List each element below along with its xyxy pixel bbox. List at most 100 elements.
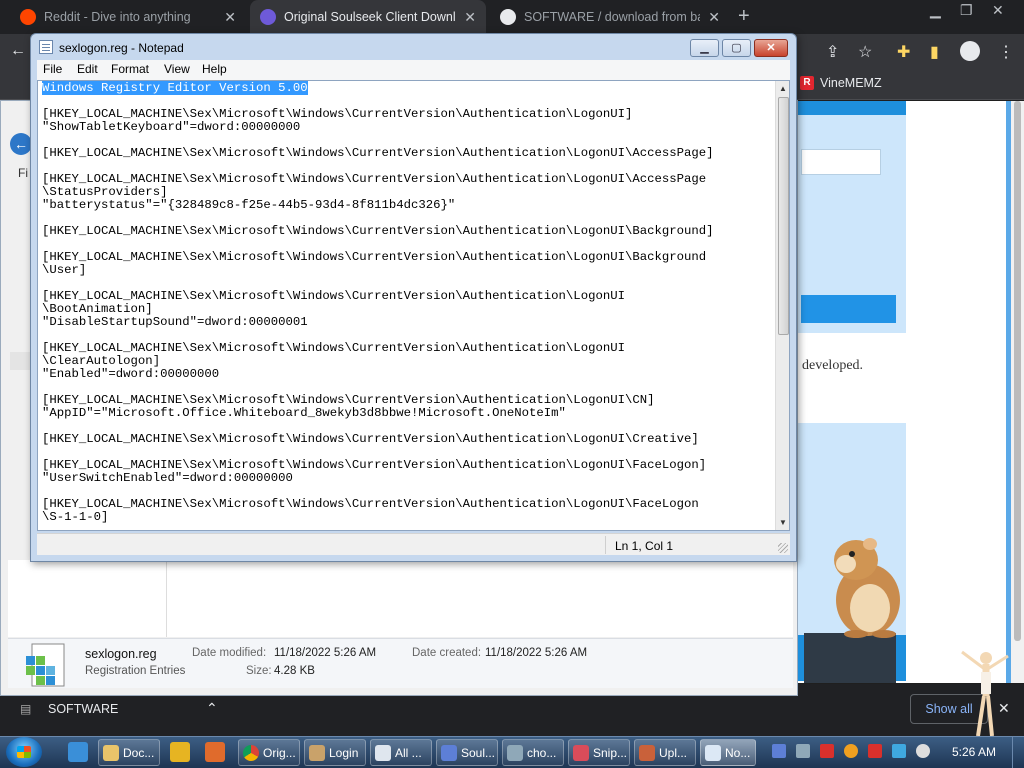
scroll-down-icon[interactable]: ▼ [779, 518, 787, 527]
menu-format[interactable]: Format [111, 62, 149, 76]
page-blue-bar[interactable] [801, 295, 896, 323]
restore-icon[interactable]: ❐ [960, 2, 973, 19]
show-desktop-button[interactable] [1012, 737, 1024, 768]
app-tray-icon[interactable] [796, 744, 810, 758]
back-arrow-icon[interactable]: ← [10, 133, 32, 155]
browser-tab-soulseek[interactable]: Original Soulseek Client Download ✕ [250, 0, 486, 34]
scroll-up-icon[interactable]: ▲ [779, 84, 787, 93]
bookmark-star-icon[interactable]: ☆ [858, 42, 872, 62]
extensions-icon[interactable]: ✚ [897, 42, 910, 62]
new-tab-button[interactable]: + [738, 5, 750, 28]
page-white-strip [906, 116, 1006, 681]
text-line[interactable]: "DisableStartupSound"=dword:00000001 [42, 316, 770, 329]
text-line-content: [HKEY_LOCAL_MACHINE\Sex\Microsoft\Window… [42, 250, 707, 264]
text-line[interactable]: [HKEY_LOCAL_MACHINE\Sex\Microsoft\Window… [42, 498, 770, 511]
taskbar-button-label: Upl... [659, 745, 688, 760]
side-panel-icon[interactable]: ▮ [930, 42, 939, 62]
window-title: sexlogon.reg - Notepad [59, 41, 184, 55]
bookmark-vinememz[interactable]: R VineMEMZ [800, 76, 882, 90]
search-tray-icon[interactable] [844, 744, 858, 758]
page-scrollbar[interactable] [1011, 101, 1024, 683]
minimize-icon[interactable]: ▁ [930, 2, 941, 19]
ie-icon[interactable] [68, 742, 88, 762]
file-icon: ▤ [20, 702, 32, 716]
text-line[interactable]: [HKEY_LOCAL_MACHINE\Sex\Microsoft\Window… [42, 147, 770, 160]
bookmark-label: VineMEMZ [820, 76, 882, 90]
download-item[interactable]: ▤ SOFTWARE [20, 702, 118, 716]
back-arrow-icon[interactable]: ← [10, 42, 26, 60]
paint-icon[interactable] [205, 742, 225, 762]
text-line[interactable]: "Enabled"=dword:00000000 [42, 368, 770, 381]
text-line[interactable]: "AppID"="Microsoft.Office.Whiteboard_8we… [42, 407, 770, 420]
taskbar-button-upload[interactable]: Upl... [634, 739, 696, 766]
close-icon[interactable]: ✕ [708, 9, 720, 26]
v-tray-icon[interactable] [820, 744, 834, 758]
close-icon[interactable]: ✕ [464, 9, 476, 26]
text-line-content: "AppID"="Microsoft.Office.Whiteboard_8we… [42, 406, 566, 420]
text-line[interactable]: [HKEY_LOCAL_MACHINE\Sex\Microsoft\Window… [42, 433, 770, 446]
text-line[interactable]: [HKEY_LOCAL_MACHINE\Sex\Microsoft\Window… [42, 251, 770, 264]
notepad-text-area[interactable]: Windows Registry Editor Version 5.00 [HKE… [37, 80, 790, 531]
close-icon[interactable]: ✕ [224, 9, 236, 26]
browser-tab-reddit[interactable]: Reddit - Dive into anything ✕ [10, 0, 246, 34]
taskbar-button-login[interactable]: Login [304, 739, 366, 766]
maximize-button[interactable]: ▢ [722, 39, 751, 57]
menu-view[interactable]: View [164, 62, 190, 76]
explorer-nav-item[interactable] [10, 352, 30, 370]
more-menu-icon[interactable]: ⋮ [998, 42, 1014, 62]
taskbar-clock[interactable]: 5:26 AM [952, 745, 996, 759]
resize-grip[interactable] [778, 543, 788, 553]
share-icon[interactable]: ⇪ [826, 42, 839, 62]
taskbar-button-documents[interactable]: Doc... [98, 739, 160, 766]
taskbar-button-cho[interactable]: cho... [502, 739, 564, 766]
taskbar-button-snipping[interactable]: Snip... [568, 739, 630, 766]
text-line-content: [HKEY_LOCAL_MACHINE\Sex\Microsoft\Window… [42, 497, 699, 511]
text-line[interactable]: Windows Registry Editor Version 5.00 [42, 81, 770, 95]
scissors-icon [573, 744, 589, 761]
taskbar-button-chrome[interactable]: Orig... [238, 739, 300, 766]
chevron-up-icon[interactable]: ⌃ [206, 700, 218, 717]
taskbar-button-label: All ... [395, 745, 422, 760]
menu-file[interactable]: File [43, 62, 62, 76]
close-icon[interactable]: ✕ [992, 2, 1004, 19]
page-search-input[interactable] [801, 149, 881, 175]
upload-icon [639, 744, 655, 761]
menu-help[interactable]: Help [202, 62, 227, 76]
taskbar-button-soulseek[interactable]: Soul... [436, 739, 498, 766]
start-button[interactable] [6, 737, 42, 767]
text-line[interactable]: "ShowTabletKeyboard"=dword:00000000 [42, 121, 770, 134]
page-scroll-thumb[interactable] [1014, 101, 1021, 641]
notepad-title-bar[interactable]: sexlogon.reg - Notepad ▁ ▢ ✕ [31, 34, 796, 60]
text-line[interactable]: "UserSwitchEnabled"=dword:00000000 [42, 472, 770, 485]
taskbar-button-notepad[interactable]: No... [700, 739, 756, 766]
taskbar-button-label: Doc... [123, 745, 155, 760]
media-player-icon[interactable] [170, 742, 190, 762]
size-label: Size: [246, 665, 272, 677]
flag-tray-icon[interactable] [868, 744, 882, 758]
text-line[interactable]: "batterystatus"="{328489c8-f25e-44b5-93d… [42, 199, 770, 212]
volume-tray-icon[interactable] [916, 744, 930, 758]
window-icon [375, 744, 391, 761]
text-line-content: "Enabled"=dword:00000000 [42, 367, 220, 381]
browser-tab-title: SOFTWARE / download from bandcamp [524, 10, 700, 24]
monitor-tray-icon[interactable] [892, 744, 906, 758]
close-button[interactable]: ✕ [754, 39, 788, 57]
page-developed-text: developed. [802, 358, 864, 373]
date-modified-label: Date modified: [192, 647, 267, 659]
text-line[interactable]: \User] [42, 264, 770, 277]
explorer-menu-file[interactable]: Fi [18, 166, 28, 180]
menu-edit[interactable]: Edit [77, 62, 98, 76]
taskbar-button-label: Snip... [593, 745, 628, 760]
soulseek-tray-icon[interactable] [772, 744, 786, 758]
text-line[interactable]: [HKEY_LOCAL_MACHINE\Sex\Microsoft\Window… [42, 225, 770, 238]
notepad-vertical-scrollbar[interactable]: ▲ ▼ [775, 81, 789, 530]
notepad-scroll-thumb[interactable] [778, 97, 789, 335]
taskbar-button-all[interactable]: All ... [370, 739, 432, 766]
profile-avatar[interactable] [960, 41, 980, 61]
dancer-figure-image [961, 650, 1009, 737]
folder-icon [103, 744, 119, 761]
text-line[interactable]: \S-1-1-0] [42, 511, 770, 524]
notepad-text-content[interactable]: Windows Registry Editor Version 5.00 [HKE… [42, 81, 770, 524]
minimize-button[interactable]: ▁ [690, 39, 719, 57]
browser-tab-bandcamp[interactable]: SOFTWARE / download from bandcamp ✕ [490, 0, 730, 34]
